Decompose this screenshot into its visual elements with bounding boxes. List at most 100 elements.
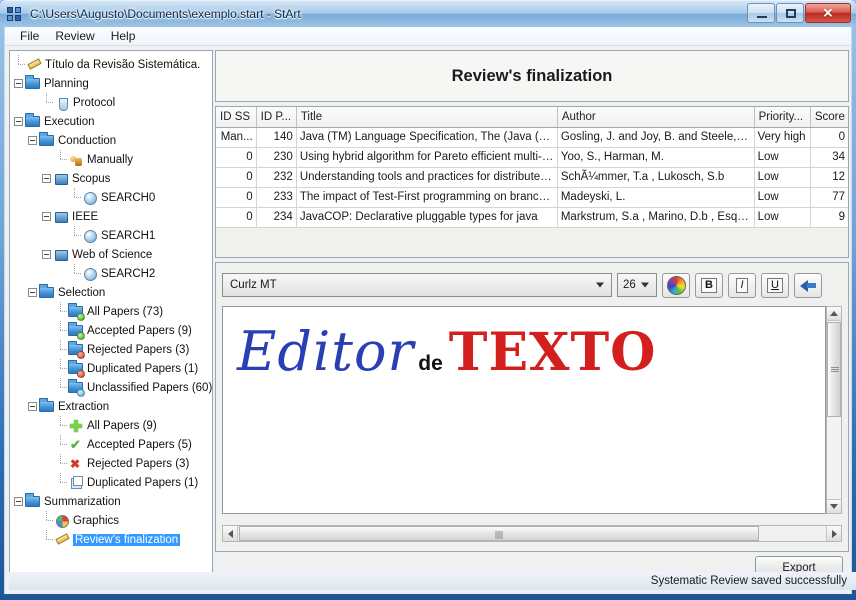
tree-item-execution[interactable]: Execution [14, 112, 212, 131]
tree-item-all-papers-9[interactable]: All Papers (9) [14, 416, 212, 435]
tree-connector-icon [56, 378, 68, 397]
font-size-select[interactable]: 26 [617, 273, 657, 297]
menu-file[interactable]: File [12, 27, 47, 45]
tree-item-label: All Papers (9) [87, 419, 157, 432]
table-row[interactable]: Man... 140 Java (TM) Language Specificatio… [216, 127, 848, 148]
folder-blue-icon [68, 381, 85, 397]
tree-expander-icon[interactable] [14, 497, 23, 506]
vertical-scroll-thumb[interactable] [827, 322, 841, 417]
plus-icon [68, 419, 84, 433]
scroll-down-button[interactable] [827, 499, 841, 513]
tree-item-search1[interactable]: SEARCH1 [14, 226, 212, 245]
tree-item-rejected-papers-3[interactable]: ✖ Rejected Papers (3) [14, 454, 212, 473]
undo-button[interactable] [794, 272, 822, 298]
tree-item-unclassified-papers-60[interactable]: Unclassified Papers (60) [14, 378, 212, 397]
scroll-right-button[interactable] [826, 526, 841, 541]
tree-expander-icon[interactable] [42, 250, 51, 259]
col-id-ss[interactable]: ID SS [216, 107, 257, 128]
tree-item-duplicated-papers-1[interactable]: Duplicated Papers (1) [14, 473, 212, 492]
monitor-icon [53, 248, 69, 262]
text-color-button[interactable] [662, 272, 690, 298]
doc-word-de: de [418, 352, 443, 375]
tree-item-graphics[interactable]: Graphics [14, 511, 212, 530]
tree-item-label: Manually [87, 153, 134, 166]
tree-item-label: Execution [44, 115, 95, 128]
col-id-p[interactable]: ID P... [256, 107, 297, 128]
table-body: Man... 140 Java (TM) Language Specificatio… [216, 127, 848, 228]
triangle-down-icon [830, 504, 838, 509]
menu-help[interactable]: Help [103, 27, 144, 45]
menu-review[interactable]: Review [47, 27, 102, 45]
tree-item-selection[interactable]: Selection [14, 283, 212, 302]
font-family-select[interactable]: Curlz MT [222, 273, 612, 297]
tree-item-accepted-papers-5[interactable]: ✔ Accepted Papers (5) [14, 435, 212, 454]
table-row[interactable]: 0 230 Using hybrid algorithm for Pareto ef… [216, 147, 848, 168]
col-title[interactable]: Title [296, 107, 558, 128]
tree-expander-icon[interactable] [28, 402, 37, 411]
folder-icon [39, 286, 55, 300]
tree-item-conduction[interactable]: Conduction [14, 131, 212, 150]
folder-green-icon [68, 305, 85, 321]
tree-connector-icon [70, 188, 82, 207]
cell-score: 12 [810, 167, 848, 188]
tree-expander-icon[interactable] [28, 288, 37, 297]
tree-item-label: Graphics [73, 514, 120, 527]
tree-item-ieee[interactable]: IEEE [14, 207, 212, 226]
folder-icon [25, 495, 41, 509]
tree-expander-icon[interactable] [42, 212, 51, 221]
tree-item-extraction[interactable]: Extraction [14, 397, 212, 416]
tree-item-search0[interactable]: SEARCH0 [14, 188, 212, 207]
tree-expander-icon[interactable] [14, 117, 23, 126]
tree-expander-icon[interactable] [14, 79, 23, 88]
table-row[interactable]: 0 232 Understanding tools and practices fo… [216, 167, 848, 188]
copy-icon [68, 476, 84, 490]
col-author[interactable]: Author [557, 107, 755, 128]
tree-item-all-papers-73[interactable]: All Papers (73) [14, 302, 212, 321]
bold-button[interactable]: B [695, 272, 723, 298]
tree-item-search2[interactable]: SEARCH2 [14, 264, 212, 283]
tree-item-manually[interactable]: Manually [14, 150, 212, 169]
minimize-button[interactable] [747, 3, 775, 23]
table-row[interactable]: 0 233 The impact of Test-First programming… [216, 187, 848, 208]
navigation-tree[interactable]: Título da Revisão Sistemática. Planning Pr… [9, 50, 213, 589]
tree-connector-icon [56, 473, 68, 492]
scroll-up-button[interactable] [827, 307, 841, 321]
tree-item-review-s-finalization[interactable]: Review's finalization [14, 530, 212, 549]
editor-vertical-scrollbar[interactable] [826, 306, 842, 514]
tree-item-accepted-papers-9[interactable]: Accepted Papers (9) [14, 321, 212, 340]
page-title: Review's finalization [451, 66, 613, 85]
italic-button[interactable]: I [728, 272, 756, 298]
triangle-left-icon [227, 529, 233, 538]
maximize-button[interactable] [776, 3, 804, 23]
underline-button[interactable]: U [761, 272, 789, 298]
tree-item-protocol[interactable]: Protocol [14, 93, 212, 112]
tree-connector-icon [56, 340, 68, 359]
tree-expander-icon[interactable] [42, 174, 51, 183]
pencil-icon [26, 58, 42, 72]
horizontal-scroll-thumb[interactable] [239, 526, 759, 541]
tree-item-rejected-papers-3[interactable]: Rejected Papers (3) [14, 340, 212, 359]
close-button[interactable]: ✕ [805, 3, 851, 23]
cell-id-ss: Man... [216, 127, 257, 148]
col-score[interactable]: Score [810, 107, 848, 128]
tree-item-summarization[interactable]: Summarization [14, 492, 212, 511]
check-icon: ✔ [70, 436, 81, 452]
table-row[interactable]: 0 234 JavaCOP: Declarative pluggable types… [216, 207, 848, 228]
editor-canvas[interactable]: Editor de TEXTO [222, 306, 826, 514]
tree-item-t-tulo-da-revis-o-sistem-tica[interactable]: Título da Revisão Sistemática. [14, 55, 212, 74]
cell-priority: Low [754, 167, 811, 188]
scroll-left-button[interactable] [223, 526, 238, 541]
editor-horizontal-scrollbar[interactable] [222, 525, 842, 542]
tree-item-duplicated-papers-1[interactable]: Duplicated Papers (1) [14, 359, 212, 378]
disc-icon [82, 267, 98, 281]
tree-expander-icon[interactable] [28, 136, 37, 145]
pie-icon [54, 514, 70, 528]
tree-item-web-of-science[interactable]: Web of Science [14, 245, 212, 264]
tree-item-scopus[interactable]: Scopus [14, 169, 212, 188]
papers-table-container[interactable]: ID SS ID P... Title Author Priority... S… [215, 106, 849, 258]
cell-id-ss: 0 [216, 167, 257, 188]
tree-connector-icon [42, 530, 54, 549]
tree-item-planning[interactable]: Planning [14, 74, 212, 93]
pencil-icon [54, 533, 70, 547]
col-priority[interactable]: Priority... [754, 107, 811, 128]
